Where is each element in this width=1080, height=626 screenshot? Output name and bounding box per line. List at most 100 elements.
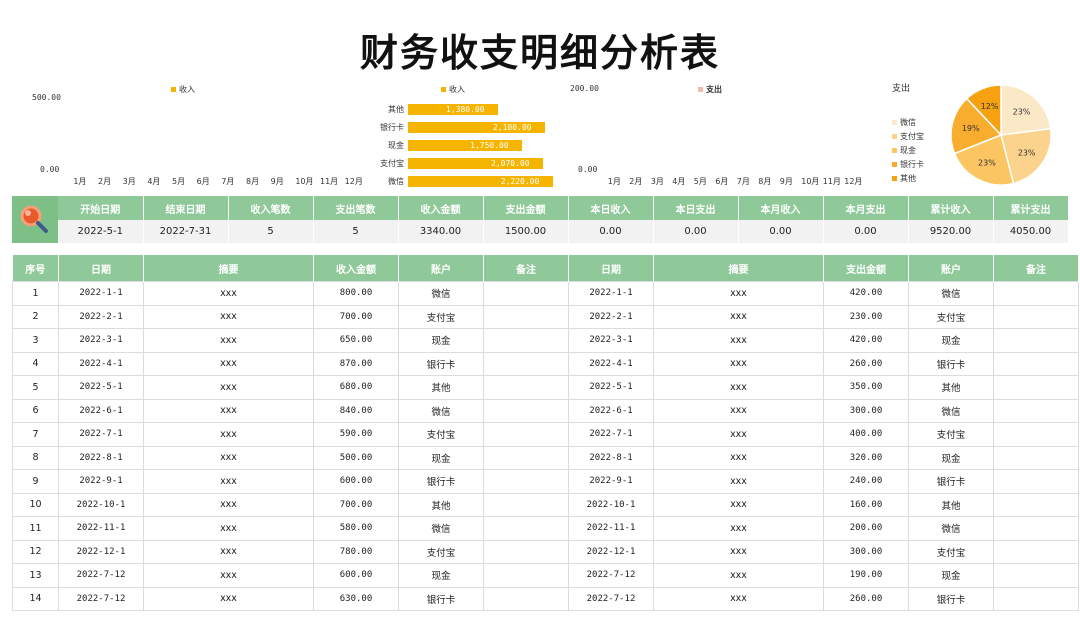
table-cell[interactable]: xxx [143,516,314,541]
table-cell[interactable]: xxx [653,492,824,517]
table-cell[interactable] [483,304,569,329]
table-cell[interactable]: 微信 [398,281,484,306]
table-cell[interactable]: xxx [143,492,314,517]
table-cell[interactable]: 8 [12,445,59,470]
table-cell[interactable]: xxx [143,375,314,400]
table-cell[interactable]: 200.00 [823,516,909,541]
table-cell[interactable]: 2022-11-1 [568,516,654,541]
table-cell[interactable]: 2022-11-1 [58,516,144,541]
table-cell[interactable]: xxx [143,586,314,611]
table-cell[interactable]: xxx [653,586,824,611]
table-cell[interactable]: 2 [12,304,59,329]
table-cell[interactable]: 银行卡 [398,586,484,611]
table-cell[interactable]: xxx [143,445,314,470]
table-cell[interactable]: xxx [143,281,314,306]
table-cell[interactable]: xxx [653,328,824,353]
table-cell[interactable]: 11 [12,516,59,541]
table-cell[interactable]: 微信 [398,398,484,423]
table-cell[interactable]: 230.00 [823,304,909,329]
table-cell[interactable]: 5 [12,375,59,400]
table-cell[interactable]: 现金 [908,328,994,353]
table-cell[interactable]: 2022-2-1 [568,304,654,329]
table-cell[interactable] [483,328,569,353]
table-cell[interactable] [483,586,569,611]
table-cell[interactable] [483,516,569,541]
table-cell[interactable]: 银行卡 [398,351,484,376]
table-cell[interactable]: xxx [653,563,824,588]
table-cell[interactable]: 现金 [908,563,994,588]
table-cell[interactable]: 260.00 [823,351,909,376]
table-cell[interactable]: 支付宝 [398,539,484,564]
table-cell[interactable]: 260.00 [823,586,909,611]
table-cell[interactable]: 420.00 [823,281,909,306]
table-cell[interactable]: 700.00 [313,492,399,517]
table-cell[interactable]: 现金 [398,445,484,470]
table-cell[interactable]: 350.00 [823,375,909,400]
column-header[interactable]: 摘要 [143,255,314,282]
table-cell[interactable]: 支付宝 [908,422,994,447]
table-cell[interactable]: 2022-7-12 [568,563,654,588]
table-cell[interactable]: 7 [12,422,59,447]
table-cell[interactable]: 780.00 [313,539,399,564]
table-cell[interactable]: 2022-7-12 [568,586,654,611]
table-cell[interactable] [483,422,569,447]
table-cell[interactable]: 支付宝 [398,304,484,329]
table-cell[interactable]: xxx [143,398,314,423]
table-cell[interactable]: 14 [12,586,59,611]
column-header[interactable]: 摘要 [653,255,824,282]
table-cell[interactable]: xxx [143,304,314,329]
table-cell[interactable]: xxx [653,469,824,494]
table-cell[interactable]: 400.00 [823,422,909,447]
table-cell[interactable]: 6 [12,398,59,423]
table-cell[interactable]: 2022-4-1 [58,351,144,376]
table-cell[interactable]: xxx [653,304,824,329]
table-cell[interactable] [993,422,1079,447]
table-cell[interactable] [993,563,1079,588]
table-cell[interactable]: 500.00 [313,445,399,470]
table-cell[interactable]: 2022-10-1 [58,492,144,517]
table-cell[interactable]: 2022-10-1 [568,492,654,517]
table-cell[interactable]: 650.00 [313,328,399,353]
table-cell[interactable] [993,375,1079,400]
table-cell[interactable]: 2022-6-1 [568,398,654,423]
table-cell[interactable]: xxx [143,422,314,447]
table-cell[interactable] [993,492,1079,517]
table-cell[interactable]: 12 [12,539,59,564]
table-cell[interactable]: 银行卡 [908,586,994,611]
table-cell[interactable]: 700.00 [313,304,399,329]
table-cell[interactable] [483,351,569,376]
table-cell[interactable]: 580.00 [313,516,399,541]
table-cell[interactable]: xxx [143,469,314,494]
table-cell[interactable]: 2022-2-1 [58,304,144,329]
column-header[interactable]: 账户 [908,255,994,282]
table-cell[interactable]: 2022-9-1 [58,469,144,494]
table-cell[interactable]: 2022-4-1 [568,351,654,376]
table-cell[interactable]: xxx [143,328,314,353]
table-cell[interactable] [483,563,569,588]
table-cell[interactable]: 其他 [398,375,484,400]
table-cell[interactable]: 2022-7-1 [568,422,654,447]
table-cell[interactable] [993,351,1079,376]
table-cell[interactable]: 其他 [908,375,994,400]
table-cell[interactable]: xxx [143,351,314,376]
table-cell[interactable]: xxx [653,422,824,447]
table-cell[interactable]: xxx [653,375,824,400]
column-header[interactable]: 账户 [398,255,484,282]
table-cell[interactable]: 300.00 [823,398,909,423]
table-cell[interactable]: 160.00 [823,492,909,517]
table-cell[interactable]: 9 [12,469,59,494]
table-cell[interactable]: 银行卡 [908,469,994,494]
table-cell[interactable]: 630.00 [313,586,399,611]
table-cell[interactable] [993,328,1079,353]
table-cell[interactable] [993,539,1079,564]
table-cell[interactable]: 2022-5-1 [58,375,144,400]
column-header[interactable]: 备注 [993,255,1079,282]
table-cell[interactable]: 590.00 [313,422,399,447]
table-cell[interactable]: 870.00 [313,351,399,376]
column-header[interactable]: 日期 [58,255,144,282]
table-cell[interactable]: 现金 [398,563,484,588]
table-cell[interactable]: 其他 [398,492,484,517]
table-cell[interactable]: 银行卡 [908,351,994,376]
table-cell[interactable]: 2022-5-1 [568,375,654,400]
table-cell[interactable]: 300.00 [823,539,909,564]
